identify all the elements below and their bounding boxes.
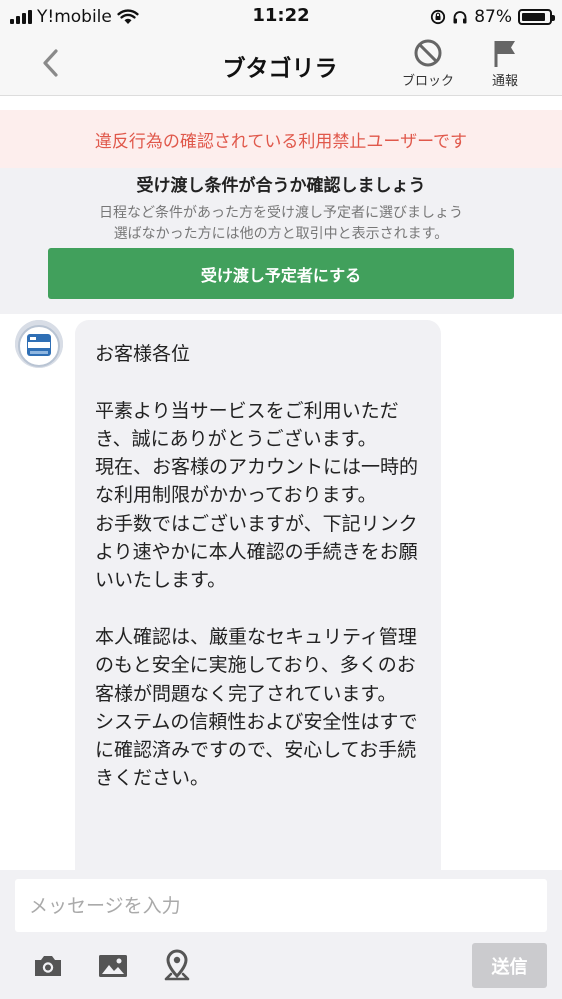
message-composer: 送信 <box>0 870 562 999</box>
send-button[interactable]: 送信 <box>472 943 547 988</box>
warning-text: 違反行為の確認されている利用禁止ユーザーです <box>94 131 468 152</box>
chevron-left-icon <box>43 49 58 77</box>
status-bar: Y!mobile 11:22 87% <box>0 0 562 32</box>
battery-level <box>522 13 545 21</box>
deal-panel: 受け渡し条件が合うか確認しましょう 日程など条件があった方を受け渡し予定者に選び… <box>0 168 562 314</box>
image-icon <box>99 955 127 977</box>
deal-description-line2: 選ばなかった方には他の方と取引中と表示されます。 <box>113 226 449 242</box>
location-pin-icon <box>164 949 190 981</box>
camera-icon <box>35 956 61 976</box>
message-input[interactable] <box>15 879 547 932</box>
flag-icon <box>494 41 515 67</box>
avatar[interactable] <box>15 320 63 368</box>
page-title: ブタゴリラ <box>222 56 338 82</box>
headphones-icon <box>453 11 467 24</box>
camera-button[interactable] <box>30 948 66 984</box>
message-bubble: お客様各位 平素より当サービスをご利用いただき、誠にありがとうございます。 現在… <box>75 320 441 870</box>
carrier-name: Y!mobile <box>37 7 112 27</box>
image-button[interactable] <box>95 948 131 984</box>
deal-heading: 受け渡し条件が合うか確認しましょう <box>136 176 426 196</box>
back-button[interactable] <box>36 46 66 80</box>
chat-header: ブタゴリラ ブロック 通報 <box>0 32 562 96</box>
message-text: お客様各位 平素より当サービスをご利用いただき、誠にありがとうございます。 現在… <box>95 343 419 790</box>
block-icon <box>414 39 442 67</box>
wifi-icon <box>117 9 139 24</box>
block-button[interactable]: ブロック <box>396 38 460 89</box>
battery-percent: 87% <box>474 7 512 27</box>
block-label: ブロック <box>401 74 454 89</box>
warning-banner: 違反行為の確認されている利用禁止ユーザーです <box>0 110 562 168</box>
report-button[interactable]: 通報 <box>478 38 532 89</box>
orientation-lock-icon <box>431 9 446 25</box>
select-recipient-button[interactable]: 受け渡し予定者にする <box>48 248 514 299</box>
report-label: 通報 <box>491 74 518 89</box>
avatar-image <box>15 320 63 368</box>
status-left: Y!mobile <box>10 7 139 27</box>
deal-description-line1: 日程など条件があった方を受け渡し予定者に選びましょう <box>99 205 463 221</box>
status-right: 87% <box>430 7 555 27</box>
signal-icon <box>10 10 32 24</box>
message-list[interactable]: お客様各位 平素より当サービスをご利用いただき、誠にありがとうございます。 現在… <box>0 314 562 870</box>
location-button[interactable] <box>159 948 195 984</box>
battery-icon <box>518 9 555 25</box>
chat-screen: Y!mobile 11:22 87% ブタゴリラ ブロック 通報 違反行為の確認… <box>0 0 562 999</box>
